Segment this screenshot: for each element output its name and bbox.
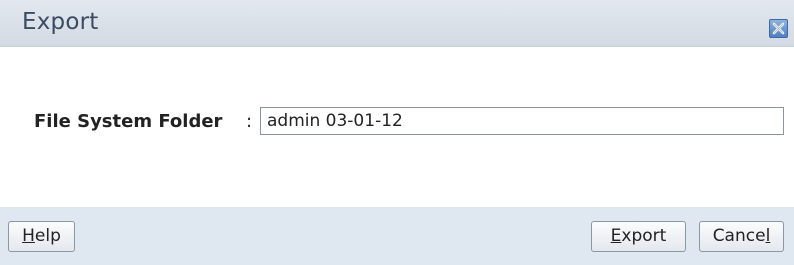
export-dialog: Export File System Folder : Help Export … — [0, 0, 794, 265]
help-button[interactable]: Help — [8, 221, 75, 252]
dialog-title: Export — [22, 9, 99, 35]
cancel-mnemonic: l — [765, 226, 771, 246]
field-colon: : — [246, 111, 253, 132]
export-mnemonic: E — [610, 226, 622, 246]
file-system-folder-label: File System Folder — [34, 111, 223, 132]
export-label-post: xport — [621, 226, 667, 246]
cancel-button[interactable]: Cancel — [699, 221, 784, 252]
help-mnemonic: H — [22, 226, 35, 246]
help-label-post: elp — [34, 226, 61, 246]
cancel-label-pre: Cance — [712, 226, 766, 246]
dialog-titlebar: Export — [0, 0, 794, 47]
dialog-footer: Help Export Cancel — [0, 207, 794, 265]
file-system-folder-input[interactable] — [260, 107, 784, 135]
close-icon — [772, 22, 785, 35]
close-button[interactable] — [769, 19, 788, 38]
export-button[interactable]: Export — [591, 221, 686, 252]
